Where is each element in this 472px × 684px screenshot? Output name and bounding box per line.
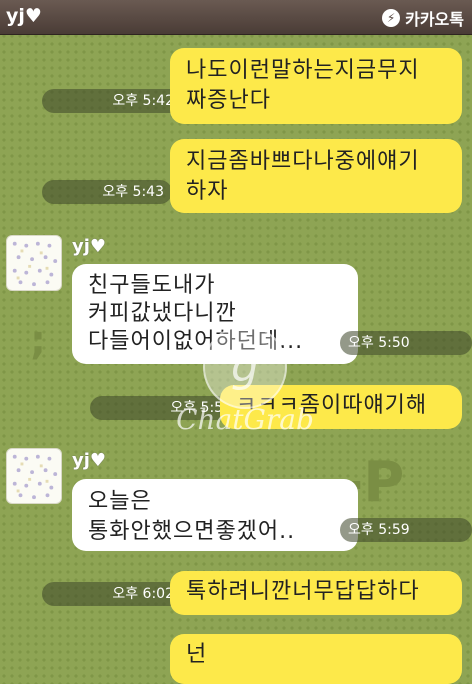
my-message-bubble[interactable]: 톡하려니깐너무답답하다 bbox=[170, 571, 462, 615]
message-time: 오후 5:51 bbox=[90, 396, 240, 420]
message-time: 오후 5:50 bbox=[340, 331, 472, 355]
avatar[interactable] bbox=[6, 235, 62, 291]
kakao-bolt-icon: ⚡ bbox=[382, 9, 401, 27]
chat-title: yj♥ bbox=[6, 5, 42, 27]
sender-name: yj♥ bbox=[72, 450, 107, 471]
message-time: 오후 5:59 bbox=[340, 518, 472, 542]
my-message-bubble[interactable]: ㅋㅋㅋ좀이따얘기해 bbox=[220, 385, 462, 429]
sender-name: yj♥ bbox=[72, 236, 107, 257]
kakaotalk-brand: ⚡ 카카오톡 bbox=[382, 6, 464, 30]
message-time: 오후 6:02 bbox=[42, 582, 182, 606]
my-message-bubble[interactable]: 넌 bbox=[170, 634, 462, 684]
their-message-bubble[interactable]: 오늘은 통화안했으면좋겠어.. bbox=[72, 479, 358, 551]
my-message-bubble[interactable]: 지금좀바쁘다나중에얘기 하자 bbox=[170, 139, 462, 213]
avatar[interactable] bbox=[6, 448, 62, 504]
their-message-bubble[interactable]: 친구들도내가 커피값냈다니깐 다들어이없어하던데... bbox=[72, 264, 358, 364]
message-time: 오후 5:43 bbox=[42, 180, 172, 204]
message-time: 오후 5:42 bbox=[42, 89, 182, 113]
my-message-bubble[interactable]: 나도이런말하는지금무지 짜증난다 bbox=[170, 48, 462, 124]
background-emoticon-left: ; bbox=[30, 318, 46, 364]
avatar-pattern-icon bbox=[12, 454, 58, 500]
chat-header: yj♥ ⚡ 카카오톡 bbox=[0, 0, 472, 35]
avatar-pattern-icon bbox=[12, 241, 58, 287]
brand-label: 카카오톡 bbox=[405, 10, 464, 29]
